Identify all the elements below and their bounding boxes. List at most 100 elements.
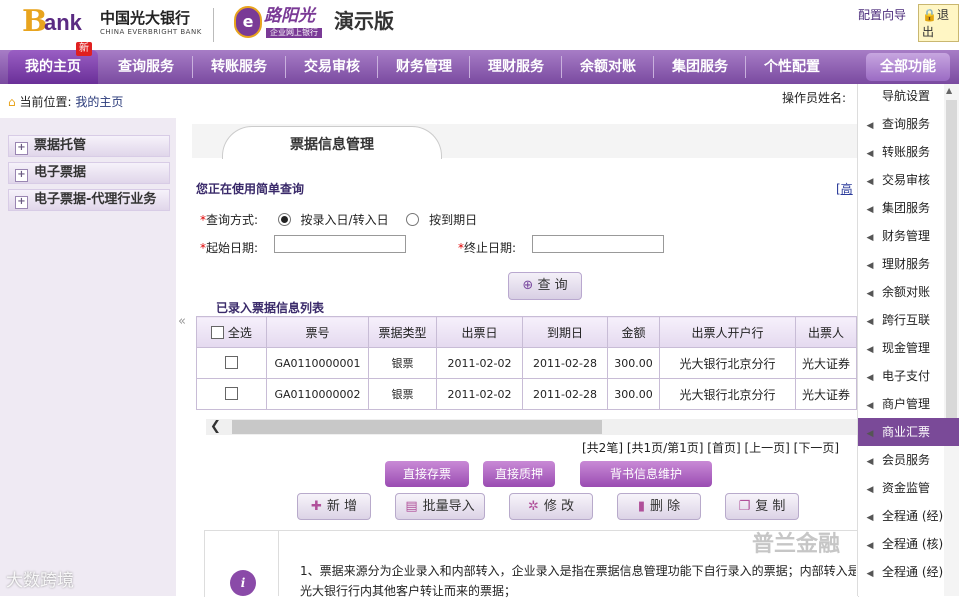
right-menu-label: 会员服务 [882, 453, 931, 467]
right-menu-item[interactable]: ◀ 交易审核 [858, 166, 959, 194]
col-header[interactable]: 票据类型 [368, 316, 437, 348]
add-button-label: 新 增 [326, 499, 358, 514]
config-wizard-link[interactable]: 配置向导 [858, 6, 906, 23]
operator-name-label: 操作员姓名: [782, 91, 847, 105]
right-menu-item[interactable]: ◀ 现金管理 [858, 334, 959, 362]
header: B ank 中国光大银行 CHINA EVERBRIGHT BANK e 路阳光… [0, 0, 959, 50]
right-menu-item[interactable]: 导航设置 [858, 82, 959, 110]
start-date-input[interactable] [274, 235, 406, 253]
delete-button[interactable]: ▮ 删 除 [617, 493, 701, 520]
right-menu-item[interactable]: ◀ 查询服务 [858, 110, 959, 138]
cell: 光大证券 [795, 378, 857, 410]
table-row[interactable]: GA0110000002 银票 2011-02-02 2011-02-28 30… [196, 378, 857, 410]
nav-item-query[interactable]: 查询服务 [100, 50, 192, 84]
nav-item-group[interactable]: 集团服务 [654, 50, 746, 84]
batch-import-label: 批量导入 [422, 499, 475, 514]
left-arrow-icon: ◀ [866, 177, 874, 187]
nav-item-finance[interactable]: 财务管理 [378, 50, 470, 84]
right-menu-label: 全程通 (经) [882, 509, 944, 523]
tree-item-custody[interactable]: + 票据托管 [8, 135, 170, 157]
new-badge: 新 [76, 42, 92, 56]
col-header[interactable]: 到期日 [522, 316, 608, 348]
nav-item-wealth[interactable]: 理财服务 [470, 50, 562, 84]
bottom-left-watermark: 大数跨境 [6, 571, 74, 591]
nav-item-transfer[interactable]: 转账服务 [193, 50, 285, 84]
endorsement-maintain-button[interactable]: 背书信息维护 [580, 461, 712, 487]
tree-item-ebill[interactable]: + 电子票据 [8, 162, 170, 184]
radio-due-date-label: 按到期日 [429, 213, 478, 227]
right-menu-item[interactable]: ◀ 电子支付 [858, 362, 959, 390]
right-menu-item[interactable]: ◀ 跨行互联 [858, 306, 959, 334]
left-sidebar: + 票据托管 + 电子票据 + 电子票据-代理行业务 [0, 118, 176, 596]
breadcrumb-current[interactable]: 我的主页 [75, 95, 123, 109]
nav-item-personal[interactable]: 个性配置 [746, 50, 838, 84]
query-mode-text: 您正在使用简单查询 [196, 182, 305, 196]
edit-button[interactable]: ✲ 修 改 [509, 493, 593, 520]
right-menu-label: 导航设置 [882, 89, 931, 103]
left-arrow-icon: ◀ [866, 205, 874, 215]
copy-icon: ❐ [738, 499, 751, 514]
nav-item-audit[interactable]: 交易审核 [286, 50, 378, 84]
logout-button[interactable]: 🔒退出 [918, 4, 959, 42]
brand-title: 路阳光 [264, 6, 315, 26]
right-menu-item[interactable]: ◀ 商户管理 [858, 390, 959, 418]
right-menu-item[interactable]: ◀ 财务管理 [858, 222, 959, 250]
left-arrow-icon: ◀ [866, 541, 874, 551]
right-menu-item[interactable]: ◀ 全程通 (经) [858, 558, 959, 586]
row-checkbox[interactable] [225, 387, 238, 400]
right-menu-item[interactable]: ◀ 集团服务 [858, 194, 959, 222]
col-header[interactable]: 出票人开户行 [659, 316, 796, 348]
right-menu-label: 转账服务 [882, 145, 931, 159]
nav-item-reconcile[interactable]: 余额对账 [562, 50, 654, 84]
radio-entry-date[interactable] [277, 213, 291, 226]
select-all-checkbox[interactable] [211, 325, 225, 339]
lock-icon: 🔒 [922, 8, 937, 22]
pagination[interactable]: [共2笔] [共1页/第1页] [首页] [上一页] [下一页] [582, 439, 839, 456]
right-menu-item[interactable]: ◀ 理财服务 [858, 250, 959, 278]
breadcrumb-prefix: 当前位置: [19, 95, 72, 109]
col-header[interactable]: 出票人 [795, 316, 857, 348]
radio-due-date[interactable] [406, 213, 420, 226]
scroll-left-icon[interactable]: ❮ [210, 419, 221, 434]
select-all-header[interactable]: 全选 [196, 316, 267, 348]
direct-pledge-button[interactable]: 直接质押 [483, 461, 555, 487]
row-checkbox[interactable] [225, 356, 238, 369]
row-checkbox-cell[interactable] [196, 347, 267, 379]
batch-import-button[interactable]: ▤ 批量导入 [395, 493, 485, 520]
right-menu-item[interactable]: ◀ 会员服务 [858, 446, 959, 474]
table-row[interactable]: GA0110000001 银票 2011-02-02 2011-02-28 30… [196, 347, 857, 379]
col-header[interactable]: 金额 [607, 316, 660, 348]
cell: GA0110000002 [266, 378, 369, 410]
end-date-input[interactable] [532, 235, 664, 253]
right-menu-item[interactable]: ◀ 全程通 (核) [858, 530, 959, 558]
right-menu-item[interactable]: ◀ 全程通 (经) [858, 502, 959, 530]
right-menu-item[interactable]: ◀ 余额对账 [858, 278, 959, 306]
all-functions-button[interactable]: 全部功能 [866, 53, 950, 81]
right-menu-label: 商户管理 [882, 397, 931, 411]
copy-button[interactable]: ❐ 复 制 [725, 493, 799, 520]
start-date-label: 起始日期: [206, 241, 259, 255]
collapse-sidebar-icon[interactable]: « [178, 314, 186, 329]
add-button[interactable]: ✚ 新 增 [297, 493, 371, 520]
right-menu-item[interactable]: ◀ 商业汇票 [858, 418, 959, 446]
advanced-query-link[interactable]: [高 [836, 180, 853, 197]
col-header[interactable]: 出票日 [436, 316, 523, 348]
query-button[interactable]: ⊕ 查 询 [508, 272, 582, 300]
expand-icon: + [15, 142, 28, 155]
gear-icon: ✲ [527, 499, 539, 514]
info-divider [278, 531, 279, 596]
direct-deposit-button[interactable]: 直接存票 [385, 461, 469, 487]
breadcrumb: ⌂ 当前位置: 我的主页 [8, 93, 123, 110]
col-header[interactable]: 票号 [266, 316, 369, 348]
left-arrow-icon: ◀ [866, 485, 874, 495]
left-arrow-icon: ◀ [866, 429, 874, 439]
right-menu-label: 电子支付 [882, 369, 931, 383]
row-checkbox-cell[interactable] [196, 378, 267, 410]
right-menu-item[interactable]: ◀ 转账服务 [858, 138, 959, 166]
right-menu-item[interactable]: ◀ 资金监管 [858, 474, 959, 502]
left-arrow-icon: ◀ [866, 401, 874, 411]
tree-item-ebill-agent[interactable]: + 电子票据-代理行业务 [8, 189, 170, 211]
tab-bill-info[interactable]: 票据信息管理 [222, 126, 442, 159]
scrollbar-thumb[interactable] [232, 420, 602, 434]
right-menu-label: 全程通 (核) [882, 537, 944, 551]
